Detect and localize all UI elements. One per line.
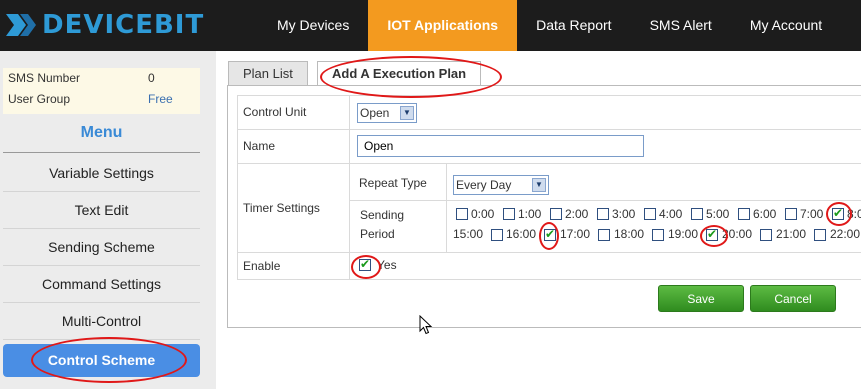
hour-18-checkbox[interactable]	[652, 229, 664, 241]
hour-5-checkbox[interactable]	[691, 208, 703, 220]
hour-label: 18:00	[614, 227, 645, 241]
hour-label: 2:00	[565, 207, 589, 221]
info-sms-number: SMS Number 0	[3, 68, 200, 89]
mouse-cursor-icon	[419, 314, 433, 338]
sidebar-item-text-edit[interactable]: Text Edit	[3, 192, 200, 229]
hour-2-checkbox[interactable]	[550, 208, 562, 220]
hour-label: 19:00	[668, 227, 699, 241]
repeat-type-label: Repeat Type	[359, 176, 427, 190]
form-divider	[349, 95, 350, 279]
sidebar-item-sending-scheme[interactable]: Sending Scheme	[3, 229, 200, 266]
hour-3-checkbox[interactable]	[597, 208, 609, 220]
menu-divider	[3, 152, 200, 153]
hour-8-checkbox[interactable]	[832, 206, 844, 220]
control-unit-value: Open	[360, 106, 390, 120]
sidebar-item-multi-control[interactable]: Multi-Control	[3, 303, 200, 340]
nav-my-devices[interactable]: My Devices	[258, 0, 368, 51]
hour-label: 7:00	[800, 207, 824, 221]
hour-7-checkbox[interactable]	[785, 208, 797, 220]
tab-plan-list[interactable]: Plan List	[228, 61, 308, 85]
brand-name: DEVICEBIT	[42, 10, 205, 40]
control-unit-select[interactable]: Open ▼	[357, 103, 417, 123]
info-value: Free	[148, 92, 173, 106]
chevron-down-icon: ▼	[532, 178, 546, 192]
nav-sms-alert[interactable]: SMS Alert	[631, 0, 731, 51]
nav-data-report[interactable]: Data Report	[517, 0, 630, 51]
hour-label: 16:00	[506, 227, 537, 241]
hour-17-checkbox[interactable]	[598, 229, 610, 241]
hour-6-checkbox[interactable]	[738, 208, 750, 220]
hour-21-checkbox[interactable]	[814, 229, 826, 241]
hour-label: 5:00	[706, 207, 730, 221]
enable-label: Enable	[243, 258, 281, 273]
sidebar-item-command-settings[interactable]: Command Settings	[3, 266, 200, 303]
main-nav: My Devices IOT Applications Data Report …	[258, 0, 841, 51]
info-value: 0	[148, 71, 155, 85]
info-user-group: User Group Free	[3, 89, 200, 110]
sidebar-item-control-scheme[interactable]: Control Scheme	[3, 344, 200, 377]
timer-settings-label: Timer Settings	[243, 200, 320, 215]
hour-label: 6:00	[753, 207, 777, 221]
hour-16-checkbox[interactable]	[544, 227, 556, 241]
hour-15-checkbox[interactable]	[491, 229, 503, 241]
repeat-type-select[interactable]: Every Day ▼	[453, 175, 549, 195]
hour-label: 0:00	[471, 207, 495, 221]
name-input[interactable]	[357, 135, 644, 157]
top-bar: DEVICEBIT My Devices IOT Applications Da…	[0, 0, 861, 51]
control-unit-label: Control Unit	[243, 105, 307, 119]
form-divider	[446, 163, 447, 252]
menu-title: Menu	[80, 124, 123, 141]
hour-20-checkbox[interactable]	[760, 229, 772, 241]
hour-label: 1:00	[518, 207, 542, 221]
hour-19-checkbox[interactable]	[706, 227, 718, 241]
hour-label: 8:0	[847, 207, 861, 221]
brand-logo[interactable]: DEVICEBIT	[4, 8, 204, 42]
info-label: User Group	[8, 92, 71, 106]
info-label: SMS Number	[8, 71, 81, 85]
hour-1-checkbox[interactable]	[503, 208, 515, 220]
hour-label: 22:00	[830, 227, 861, 241]
hour-label: 15:00	[453, 227, 484, 241]
hour-4-checkbox[interactable]	[644, 208, 656, 220]
hour-0-checkbox[interactable]	[456, 208, 468, 220]
chevron-down-icon: ▼	[400, 106, 414, 120]
sidebar: SMS Number 0 User Group Free Menu Variab…	[0, 51, 216, 389]
hour-label: 4:00	[659, 207, 683, 221]
sending-period-label: Sending	[360, 208, 405, 222]
sidebar-item-variable-settings[interactable]: Variable Settings	[3, 155, 200, 192]
nav-my-account[interactable]: My Account	[731, 0, 841, 51]
hour-label: 21:00	[776, 227, 807, 241]
form-divider	[237, 279, 861, 280]
nav-iot-applications[interactable]: IOT Applications	[368, 0, 518, 51]
enable-checkbox[interactable]	[359, 257, 371, 271]
hour-label: 3:00	[612, 207, 636, 221]
save-button[interactable]: Save	[658, 285, 744, 312]
cancel-button[interactable]: Cancel	[750, 285, 836, 312]
devicebit-logo-icon	[4, 10, 38, 40]
sending-period-label: Period	[360, 227, 395, 241]
name-label: Name	[243, 139, 276, 153]
enable-option-label: Yes	[377, 258, 397, 272]
tab-add-execution-plan[interactable]: Add A Execution Plan	[317, 61, 482, 86]
repeat-type-value: Every Day	[456, 178, 512, 192]
account-info-box: SMS Number 0 User Group Free	[3, 68, 200, 114]
hour-label: 17:00	[560, 227, 591, 241]
hour-label: 20:00	[722, 227, 753, 241]
form-divider	[350, 200, 861, 201]
